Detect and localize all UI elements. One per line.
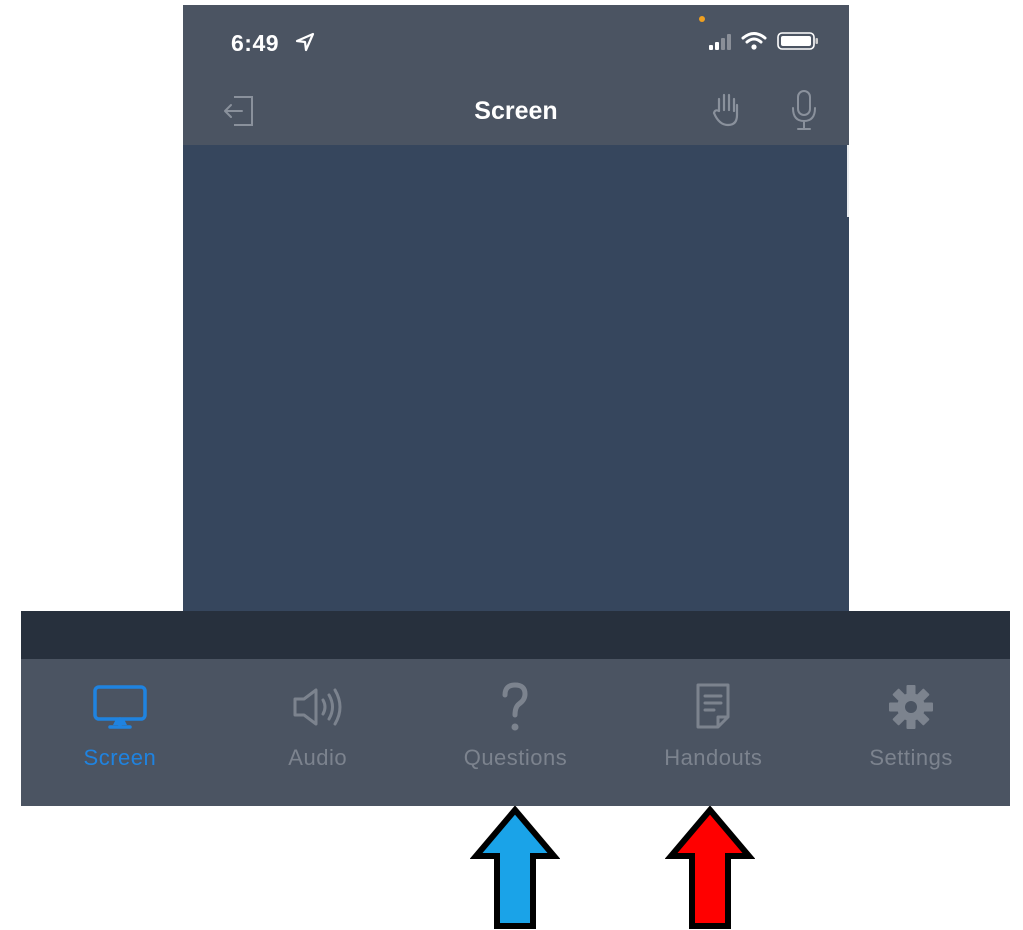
nav-bar: Screen	[183, 77, 849, 145]
privacy-indicator-dot	[699, 16, 705, 22]
tab-questions[interactable]: Questions	[417, 659, 615, 806]
tab-bar: Screen Audio Questions Handouts Settings	[21, 659, 1010, 806]
battery-icon	[777, 32, 818, 50]
tab-settings[interactable]: Settings	[812, 659, 1010, 806]
tab-screen[interactable]: Screen	[21, 659, 219, 806]
question-icon	[502, 682, 528, 731]
status-bar: 6:49	[183, 5, 849, 77]
tab-label: Questions	[463, 745, 568, 770]
screen-edge	[847, 145, 849, 217]
blue-arrow	[470, 806, 560, 929]
gear-icon	[889, 685, 934, 729]
raise-hand-button[interactable]	[709, 91, 745, 129]
screen-share-area	[183, 145, 849, 615]
status-time: 6:49	[231, 30, 280, 56]
tab-label: Audio	[288, 745, 348, 770]
microphone-icon	[792, 90, 816, 130]
tab-label: Settings	[869, 745, 953, 770]
microphone-button[interactable]	[789, 89, 819, 131]
tab-handouts[interactable]: Handouts	[614, 659, 812, 806]
page-title: Screen	[474, 97, 558, 125]
location-arrow-icon	[295, 32, 315, 52]
raise-hand-icon	[712, 93, 739, 127]
speaker-icon	[293, 688, 342, 726]
monitor-icon	[93, 685, 147, 729]
bottom-strip	[21, 611, 1010, 659]
tab-label: Screen	[83, 745, 157, 770]
tab-audio[interactable]: Audio	[219, 659, 417, 806]
document-icon	[696, 683, 730, 729]
wifi-icon	[741, 32, 767, 50]
cellular-signal-icon	[709, 34, 731, 50]
red-arrow	[665, 806, 755, 929]
tab-label: Handouts	[664, 745, 763, 770]
